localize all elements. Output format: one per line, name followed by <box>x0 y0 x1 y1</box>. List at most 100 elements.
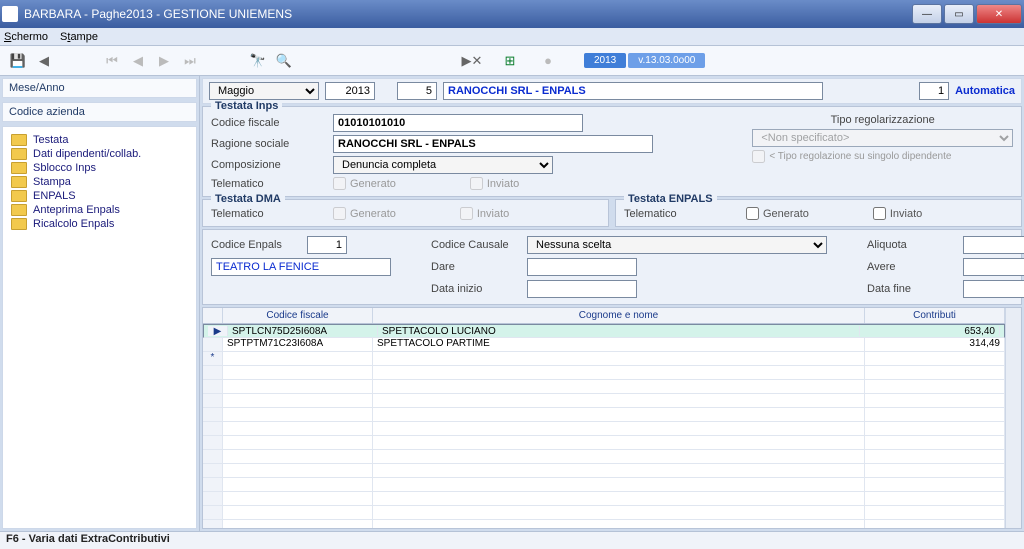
version-pill: v.13.03.0o00 <box>628 53 705 68</box>
lbl-cf: Codice fiscale <box>211 117 321 129</box>
fieldset-testata-enpals: Testata ENPALS Telematico Generato Invia… <box>615 199 1022 227</box>
table-row-empty <box>203 506 1005 520</box>
nav-prev-icon: ◀ <box>126 49 150 73</box>
tree-anteprima-enpals[interactable]: Anteprima Enpals <box>9 203 190 217</box>
lbl-tiporeg: Tipo regolarizzazione <box>831 114 935 126</box>
col-codice-fiscale[interactable]: Codice fiscale <box>223 308 373 323</box>
toolbar: 💾 ◀ ⏮ ◀ ▶ ⏭ 🔭 🔍 ▶✕ ⊞ ● 2013 v.13.03.0o00 <box>0 46 1024 76</box>
label-codice-azienda: Codice azienda <box>3 103 196 121</box>
flag-icon[interactable]: ▶✕ <box>460 49 484 73</box>
label-mese-anno: Mese/Anno <box>3 79 196 97</box>
tipo-reg-select: <Non specificato> <box>752 129 1013 147</box>
save-icon: 💾 <box>6 49 30 73</box>
tree-stampa[interactable]: Stampa <box>9 175 190 189</box>
aliquota-input[interactable] <box>963 236 1024 254</box>
minimize-button[interactable]: — <box>912 4 942 24</box>
azienda-name-display <box>443 82 823 100</box>
table-row[interactable]: SPTPTM71C23I608ASPETTACOLO PARTIME314,49 <box>203 338 1005 352</box>
table-row-empty <box>203 366 1005 380</box>
chk-generato-dma: Generato <box>333 207 396 220</box>
window-title: BARBARA - Paghe2013 - GESTIONE UNIEMENS <box>24 7 910 21</box>
composizione-select[interactable]: Denuncia completa <box>333 156 553 174</box>
table-row-empty <box>203 492 1005 506</box>
codice-azienda-input[interactable] <box>397 82 437 100</box>
table-row-empty <box>203 478 1005 492</box>
codice-enpals-input[interactable] <box>307 236 347 254</box>
menu-stampe[interactable]: Stampe <box>60 31 98 43</box>
ragione-sociale-input[interactable] <box>333 135 653 153</box>
close-button[interactable]: ✕ <box>976 4 1022 24</box>
fieldset-testata-dma: Testata DMA Telematico Generato Inviato <box>202 199 609 227</box>
back-icon[interactable]: ◀ <box>32 49 56 73</box>
chk-generato-inps: Generato <box>333 177 396 190</box>
table-row-new[interactable]: * <box>203 352 1005 366</box>
chk-generato-enpals[interactable]: Generato <box>746 207 809 220</box>
teatro-display <box>211 258 391 276</box>
legend-testata-inps: Testata Inps <box>211 100 282 112</box>
window-titlebar: BARBARA - Paghe2013 - GESTIONE UNIEMENS … <box>0 0 1024 28</box>
table-row-empty <box>203 450 1005 464</box>
excel-icon[interactable]: ⊞ <box>498 49 522 73</box>
table-row[interactable]: ▶SPTLCN75D25I608ASPETTACOLO LUCIANO653,4… <box>203 324 1005 338</box>
table-row-empty <box>203 380 1005 394</box>
tree-testata[interactable]: Testata <box>9 133 190 147</box>
chk-inviato-dma: Inviato <box>460 207 509 220</box>
chk-tipo-reg-dip: < Tipo regolazione su singolo dipendente <box>752 150 1013 163</box>
avere-input[interactable] <box>963 258 1024 276</box>
tree-sblocco-inps[interactable]: Sblocco Inps <box>9 161 190 175</box>
lbl-rs: Ragione sociale <box>211 138 321 150</box>
grid-body[interactable]: ▶SPTLCN75D25I608ASPETTACOLO LUCIANO653,4… <box>203 324 1005 528</box>
filter-bar: Maggio Automatica <box>202 78 1022 104</box>
folder-icon <box>11 190 27 202</box>
binocular-icon: 🔭 <box>246 49 270 73</box>
anno-input[interactable] <box>325 82 375 100</box>
folder-icon <box>11 204 27 216</box>
fieldset-testata-inps: Testata Inps Codice fiscale Ragione soci… <box>202 106 1022 197</box>
table-row-empty <box>203 436 1005 450</box>
table-row-empty <box>203 520 1005 528</box>
year-pill: 2013 <box>584 53 626 68</box>
grid-header: Codice fiscale Cognome e nome Contributi <box>203 308 1005 324</box>
data-inizio-input[interactable] <box>527 280 637 298</box>
lbl-comp: Composizione <box>211 159 321 171</box>
status-bar: F6 - Varia dati ExtraContributivi <box>0 531 1024 549</box>
tree-dati-dipendenti[interactable]: Dati dipendenti/collab. <box>9 147 190 161</box>
table-row-empty <box>203 394 1005 408</box>
col-cognome-nome[interactable]: Cognome e nome <box>373 308 865 323</box>
data-grid: Codice fiscale Cognome e nome Contributi… <box>202 307 1022 529</box>
tree-enpals[interactable]: ENPALS <box>9 189 190 203</box>
codice-fiscale-input[interactable] <box>333 114 583 132</box>
table-row-empty <box>203 422 1005 436</box>
maximize-button[interactable]: ▭ <box>944 4 974 24</box>
grid-scrollbar[interactable] <box>1005 308 1021 528</box>
folder-icon <box>11 148 27 160</box>
legend-dma: Testata DMA <box>211 193 285 205</box>
table-row-empty <box>203 464 1005 478</box>
auto-num-input[interactable] <box>919 82 949 100</box>
col-contributi[interactable]: Contributi <box>865 308 1005 323</box>
mese-select[interactable]: Maggio <box>209 82 319 100</box>
nav-tree: Testata Dati dipendenti/collab. Sblocco … <box>2 126 197 529</box>
tree-ricalcolo-enpals[interactable]: Ricalcolo Enpals <box>9 217 190 231</box>
table-row-empty <box>203 408 1005 422</box>
nav-next-icon: ▶ <box>152 49 176 73</box>
legend-enpals: Testata ENPALS <box>624 193 717 205</box>
menubar: Schermo Stampe <box>0 28 1024 46</box>
nav-last-icon: ⏭ <box>178 49 202 73</box>
menu-schermo[interactable]: Schermo <box>4 31 48 43</box>
dare-input[interactable] <box>527 258 637 276</box>
nav-first-icon: ⏮ <box>100 49 124 73</box>
folder-icon <box>11 134 27 146</box>
lbl-tel: Telematico <box>211 178 321 190</box>
folder-icon <box>11 218 27 230</box>
chk-inviato-enpals[interactable]: Inviato <box>873 207 922 220</box>
zoom-icon: 🔍 <box>272 49 296 73</box>
data-fine-input[interactable] <box>963 280 1024 298</box>
folder-icon <box>11 162 27 174</box>
codice-causale-select[interactable]: Nessuna scelta <box>527 236 827 254</box>
chk-inviato-inps: Inviato <box>470 177 519 190</box>
folder-icon <box>11 176 27 188</box>
automatica-label: Automatica <box>955 85 1015 97</box>
details-panel: Codice Enpals Codice CausaleNessuna scel… <box>202 229 1022 305</box>
app-icon <box>2 6 18 22</box>
